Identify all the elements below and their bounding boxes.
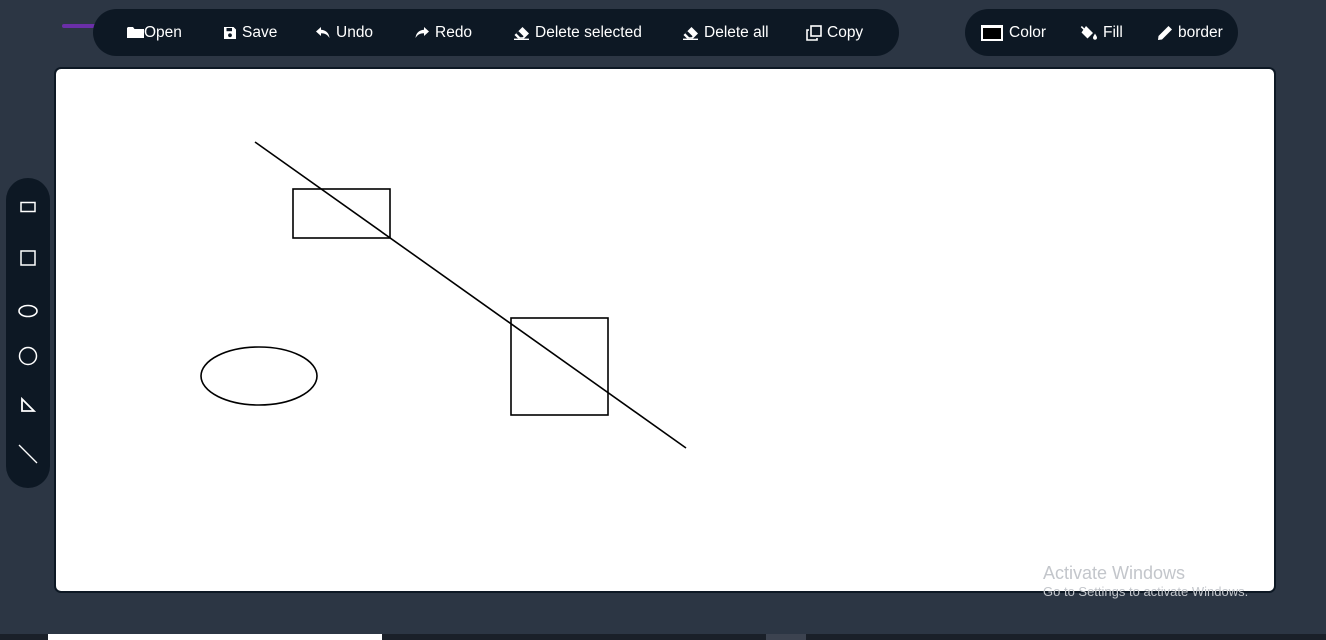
taskbar-strip [0,634,1326,640]
ellipse-tool[interactable] [6,291,50,331]
delete-selected-button[interactable]: Delete selected [513,9,682,56]
fill-button[interactable]: Fill [1080,9,1157,56]
redo-button[interactable]: Redo [414,9,513,56]
style-toolbar: Color Fill border [965,9,1238,56]
taskbar-item [48,634,382,640]
shape-toolbar [6,178,50,488]
fill-label: Fill [1103,23,1123,41]
save-button[interactable]: Save [223,9,315,56]
undo-icon [316,26,330,38]
rectangle-tool[interactable] [6,187,50,227]
open-label: Open [144,23,182,41]
color-swatch-icon [981,24,1003,41]
undo-button[interactable]: Undo [315,9,414,56]
ellipse-icon [18,304,38,318]
canvas-shapes [200,141,687,449]
taskbar-item [766,634,806,640]
drawing-canvas[interactable] [54,67,1276,593]
line-icon [18,444,38,464]
save-label: Save [242,23,278,41]
square-tool[interactable] [6,238,50,278]
copy-icon [806,24,822,41]
delete-all-button[interactable]: Delete all [682,9,806,56]
color-label: Color [1009,23,1047,41]
open-button[interactable]: Open [127,9,223,56]
copy-label: Copy [827,23,864,41]
folder-icon [127,27,144,38]
rectangle-icon [20,201,36,213]
eraser-icon [683,26,698,40]
ellipse-shape[interactable] [200,346,318,406]
floppy-disk-icon [224,26,236,39]
pencil-icon [1158,25,1172,40]
border-button[interactable]: border [1157,9,1227,56]
delete-all-label: Delete all [704,23,769,41]
square-shape[interactable] [510,317,609,416]
redo-icon [415,26,429,38]
undo-label: Undo [336,23,374,41]
line-shape[interactable] [254,141,687,449]
line-tool[interactable] [6,434,50,474]
eraser-icon [514,26,529,40]
delete-selected-label: Delete selected [535,23,642,41]
rectangle-shape[interactable] [292,188,391,239]
triangle-tool[interactable] [6,385,50,425]
circle-tool[interactable] [6,336,50,376]
main-toolbar: Open Save Undo Redo Delete selected Dele… [93,9,899,56]
border-label: border [1178,23,1223,41]
square-icon [20,250,36,266]
copy-button[interactable]: Copy [806,9,876,56]
circle-icon [18,346,38,366]
color-button[interactable]: Color [980,9,1080,56]
right-triangle-icon [21,397,36,412]
redo-label: Redo [435,23,473,41]
paint-bucket-icon [1080,25,1097,40]
